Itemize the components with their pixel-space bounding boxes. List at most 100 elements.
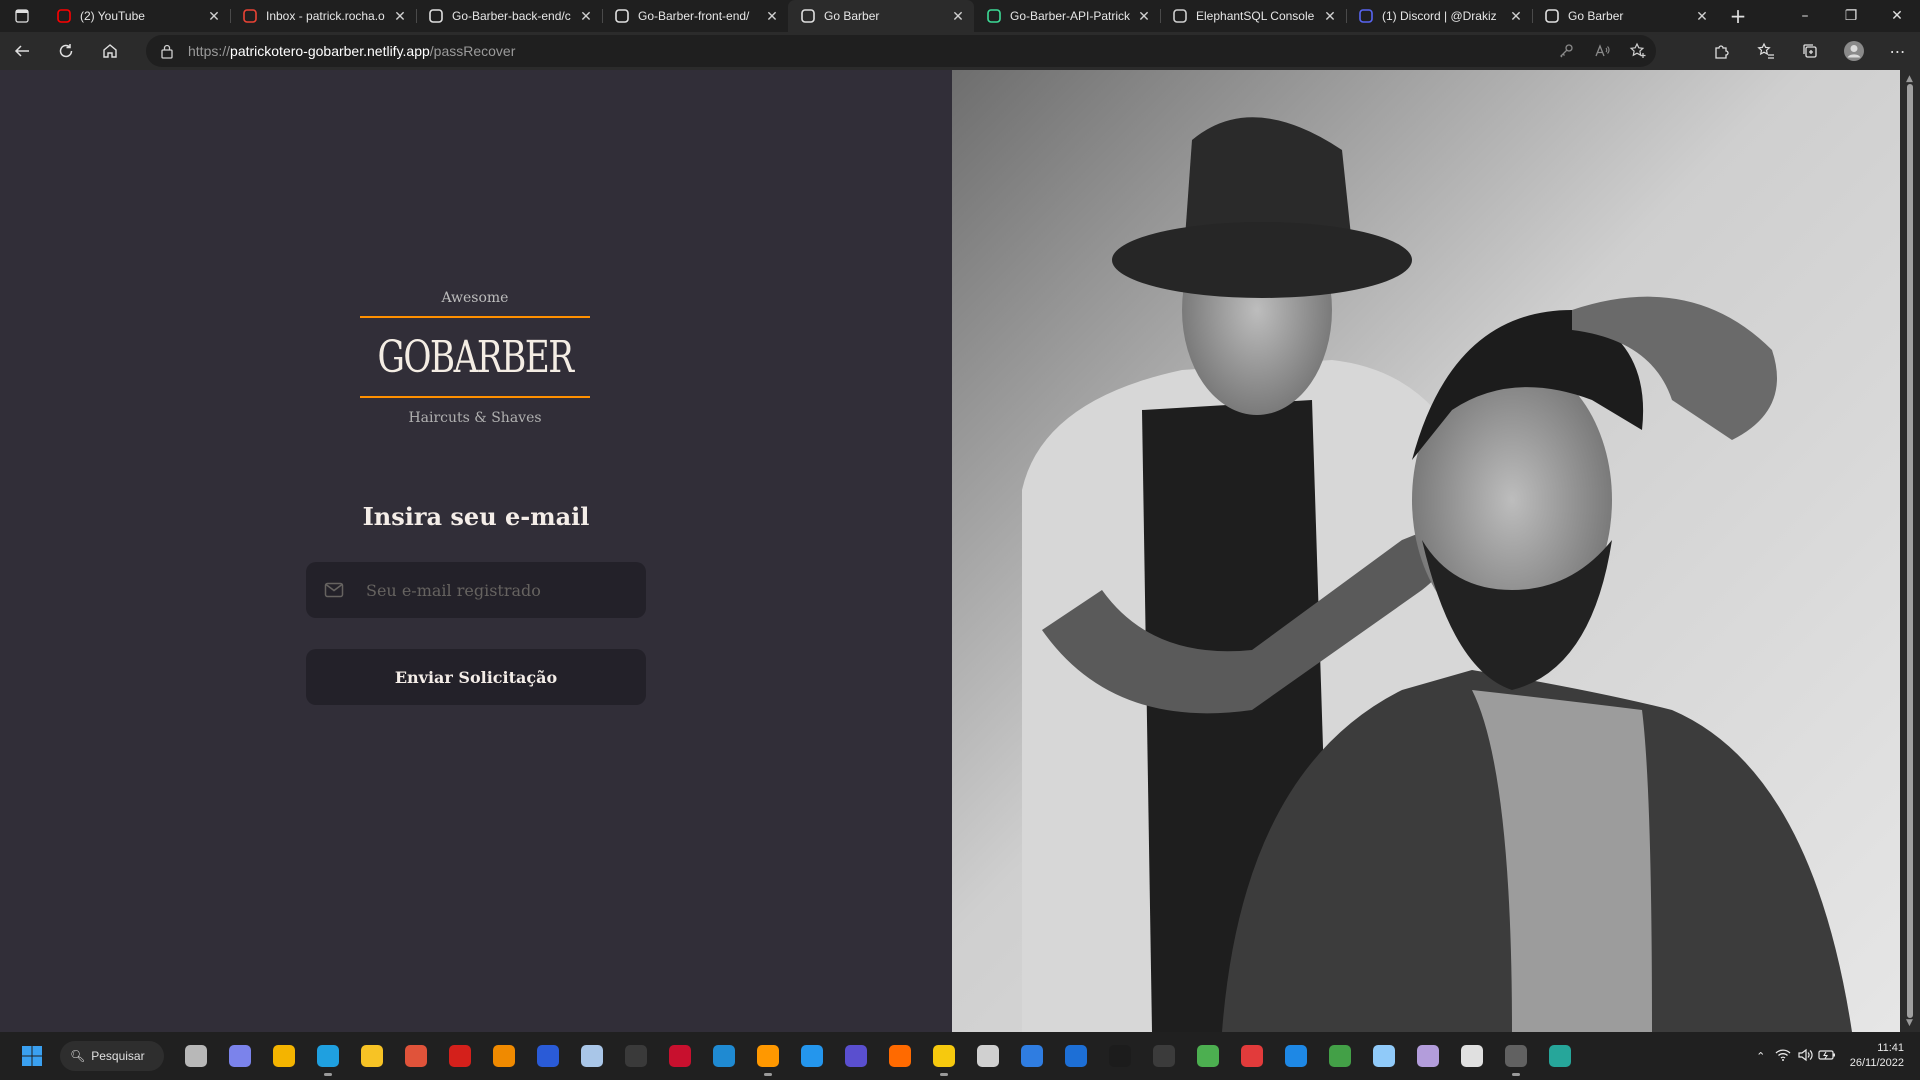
collections-button[interactable]	[1788, 32, 1832, 70]
browser-tab[interactable]: Go-Barber-back-end/c ✕	[416, 0, 602, 32]
battery-icon[interactable]	[1816, 1049, 1838, 1064]
taskbar-app-app-monitor[interactable]	[1362, 1034, 1406, 1078]
taskbar-app-task-view[interactable]	[174, 1034, 218, 1078]
tab-close-icon[interactable]: ✕	[1136, 8, 1152, 24]
tab-title: (1) Discord | @Drakiz	[1382, 9, 1497, 23]
collections-icon	[1803, 44, 1817, 58]
taskbar-app-app-console[interactable]	[1494, 1034, 1538, 1078]
clock[interactable]: 11:41 26/11/2022	[1850, 1041, 1904, 1071]
taskbar-app-sublime[interactable]	[746, 1034, 790, 1078]
taskbar-app-app-blue-arrow[interactable]	[1274, 1034, 1318, 1078]
taskbar-app-app-globe[interactable]	[1054, 1034, 1098, 1078]
address-bar[interactable]: https://patrickotero-gobarber.netlify.ap…	[146, 35, 1656, 67]
browser-tab[interactable]: ElephantSQL Console ✕	[1160, 0, 1346, 32]
taskbar-app-edge[interactable]	[306, 1034, 350, 1078]
taskbar-app-app-green-leaf[interactable]	[1186, 1034, 1230, 1078]
gmail-icon	[242, 8, 258, 24]
start-button[interactable]	[12, 1036, 52, 1076]
read-aloud-icon[interactable]	[1584, 42, 1620, 60]
tab-title: (2) YouTube	[80, 9, 145, 23]
taskbar-app-app-orange-bars[interactable]	[878, 1034, 922, 1078]
taskbar-app-notepad[interactable]	[570, 1034, 614, 1078]
app-orange-bars-icon	[889, 1045, 911, 1067]
taskbar-app-vlc[interactable]	[482, 1034, 526, 1078]
minimize-button[interactable]: –	[1782, 0, 1828, 32]
teams-chat-icon	[229, 1045, 251, 1067]
restore-button[interactable]: ❐	[1828, 0, 1874, 32]
tab-close-icon[interactable]: ✕	[1322, 8, 1338, 24]
email-field[interactable]	[306, 562, 646, 618]
taskbar-app-docker[interactable]	[790, 1034, 834, 1078]
logo-bottom-rule	[360, 396, 590, 398]
notepad-icon	[581, 1045, 603, 1067]
taskbar-app-app-iv[interactable]	[1142, 1034, 1186, 1078]
tab-title: Go-Barber-API-Patrick	[1010, 9, 1130, 23]
profile-button[interactable]	[1832, 32, 1876, 70]
taskbar-app-app-cube[interactable]	[1406, 1034, 1450, 1078]
browser-tab[interactable]: Go Barber ✕	[1532, 0, 1718, 32]
system-tray: ⌃ 11:41 26/11/2022	[1750, 1041, 1920, 1071]
taskbar-app-teams-chat[interactable]	[218, 1034, 262, 1078]
taskbar-app-terminal[interactable]	[614, 1034, 658, 1078]
chevron-up-icon[interactable]: ⌃	[1750, 1050, 1772, 1063]
volume-icon[interactable]	[1794, 1048, 1816, 1065]
add-favorite-icon[interactable]	[1620, 42, 1656, 60]
tab-close-icon[interactable]: ✕	[206, 8, 222, 24]
page-scrollbar[interactable]: ▲ ▼	[1900, 70, 1920, 1032]
extensions-button[interactable]	[1700, 32, 1744, 70]
taskbar-app-app-dark[interactable]	[1098, 1034, 1142, 1078]
tab-close-icon[interactable]: ✕	[1694, 8, 1710, 24]
taskbar-app-app-bw[interactable]	[1450, 1034, 1494, 1078]
sublime-icon	[757, 1045, 779, 1067]
tab-close-icon[interactable]: ✕	[392, 8, 408, 24]
taskbar-app-app-yellow[interactable]	[922, 1034, 966, 1078]
taskbar-app-dev-cpp[interactable]	[658, 1034, 702, 1078]
taskbar-app-app-red-blue[interactable]	[1230, 1034, 1274, 1078]
settings-more-button[interactable]: ⋯	[1876, 32, 1920, 70]
tab-close-icon[interactable]: ✕	[578, 8, 594, 24]
browser-tab[interactable]: (2) YouTube ✕	[44, 0, 230, 32]
taskbar-app-app-blue-circle[interactable]	[1010, 1034, 1054, 1078]
taskbar-app-vscode[interactable]	[702, 1034, 746, 1078]
browser-tab[interactable]: Go-Barber-front-end/ ✕	[602, 0, 788, 32]
taskbar-app-bitwarden[interactable]	[526, 1034, 570, 1078]
app-console-icon	[1505, 1045, 1527, 1067]
close-window-button[interactable]: ✕	[1874, 0, 1920, 32]
new-tab-button[interactable]: +	[1718, 0, 1758, 32]
scroll-up-icon[interactable]: ▲	[1906, 74, 1913, 84]
taskbar-search[interactable]: 🔍︎ Pesquisar	[60, 1041, 164, 1071]
github-icon	[428, 8, 444, 24]
tab-close-icon[interactable]: ✕	[1508, 8, 1524, 24]
tab-strip: (2) YouTube ✕ Inbox - patrick.rocha.o ✕ Go-B…	[0, 0, 1920, 32]
lock-icon[interactable]	[160, 43, 176, 59]
tab-actions-button[interactable]	[0, 0, 44, 32]
scrollbar-thumb[interactable]	[1907, 84, 1913, 1018]
taskbar-app-acrobat[interactable]	[438, 1034, 482, 1078]
taskbar-app-app-purple[interactable]	[834, 1034, 878, 1078]
password-key-icon[interactable]	[1548, 42, 1584, 60]
browser-tab[interactable]: Inbox - patrick.rocha.o ✕	[230, 0, 416, 32]
app-dark-icon	[1109, 1045, 1131, 1067]
favorites-button[interactable]	[1744, 32, 1788, 70]
taskbar-app-file-explorer[interactable]	[350, 1034, 394, 1078]
app-globe-icon	[1065, 1045, 1087, 1067]
back-button[interactable]	[0, 32, 44, 70]
wifi-icon[interactable]	[1772, 1048, 1794, 1064]
email-input[interactable]	[364, 579, 646, 601]
logo-brand-row: GOBARBER	[360, 318, 590, 396]
taskbar-app-app-earth[interactable]	[1538, 1034, 1582, 1078]
taskbar-app-magnifier[interactable]	[966, 1034, 1010, 1078]
scroll-down-icon[interactable]: ▼	[1906, 1018, 1913, 1028]
browser-tab[interactable]: Go Barber ✕	[788, 0, 974, 32]
taskbar-app-chrome[interactable]	[262, 1034, 306, 1078]
browser-tab[interactable]: (1) Discord | @Drakiz ✕	[1346, 0, 1532, 32]
taskbar-app-app-red-swirl[interactable]	[394, 1034, 438, 1078]
logo-top-text: Awesome	[441, 290, 509, 306]
send-request-button[interactable]: Enviar Solicitação	[306, 649, 646, 705]
browser-tab[interactable]: Go-Barber-API-Patrick ✕	[974, 0, 1160, 32]
reload-button[interactable]	[44, 32, 88, 70]
tab-close-icon[interactable]: ✕	[764, 8, 780, 24]
home-button[interactable]	[88, 32, 132, 70]
tab-close-icon[interactable]: ✕	[950, 8, 966, 24]
taskbar-app-app-green[interactable]	[1318, 1034, 1362, 1078]
